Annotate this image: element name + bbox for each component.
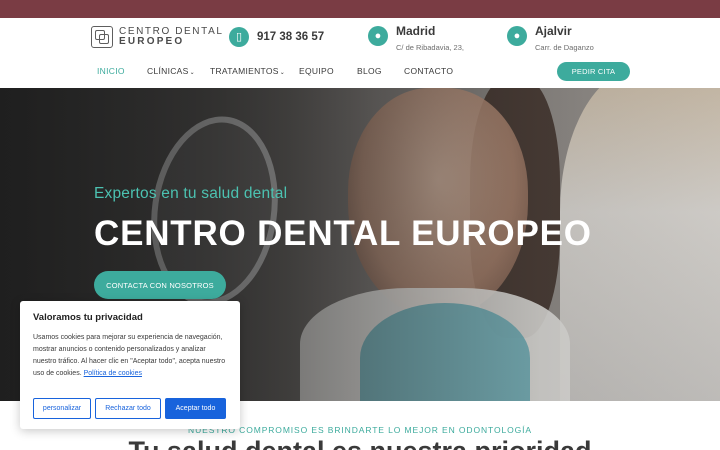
nav-item-blog[interactable]: BLOG <box>357 66 382 76</box>
phone-number[interactable]: 917 38 36 57 <box>257 31 324 43</box>
book-appointment-button[interactable]: PEDIR CITA <box>557 62 630 81</box>
cookie-title: Valoramos tu privacidad <box>33 312 143 323</box>
cookie-body: Usamos cookies para mejorar su experienc… <box>33 332 227 380</box>
nav-item-equipo[interactable]: EQUIPO <box>299 66 334 76</box>
header-phone[interactable]: ▯ 917 38 36 57 <box>229 27 324 47</box>
nav-item-tratamientos[interactable]: TRATAMIENTOS⌄ <box>210 66 285 76</box>
logo-mark-icon <box>91 26 113 48</box>
mobile-phone-icon: ▯ <box>229 27 249 47</box>
nav-item-contacto[interactable]: CONTACTO <box>404 66 453 76</box>
chevron-down-icon: ⌄ <box>189 70 195 76</box>
nav-item-inicio[interactable]: INICIO <box>97 66 125 76</box>
reject-all-button[interactable]: Rechazar todo <box>95 398 161 419</box>
customize-button[interactable]: personalizar <box>33 398 91 419</box>
hero-subtitle: Expertos en tu salud dental <box>94 185 288 202</box>
top-bar <box>0 0 720 18</box>
location-city: Madrid <box>396 24 436 38</box>
map-pin-icon: ● <box>507 26 527 46</box>
cookie-policy-link[interactable]: Política de cookies <box>84 370 142 377</box>
location-madrid[interactable]: ● Madrid C/ de Ribadavia, 23, <box>368 24 464 52</box>
location-ajalvir[interactable]: ● Ajalvir Carr. de Daganzo <box>507 24 594 52</box>
cookie-consent-banner: Valoramos tu privacidad Usamos cookies p… <box>20 301 240 429</box>
location-city: Ajalvir <box>535 24 572 38</box>
chevron-down-icon: ⌄ <box>279 70 286 76</box>
accept-all-button[interactable]: Aceptar todo <box>165 398 226 419</box>
logo-line-2: EUROPEO <box>119 36 185 47</box>
hero-title: CENTRO DENTAL EUROPEO <box>94 214 592 253</box>
location-address: Carr. de Daganzo <box>535 43 594 52</box>
cookie-buttons: personalizar Rechazar todo Aceptar todo <box>33 398 226 419</box>
contact-us-button[interactable]: CONTACTA CON NOSOTROS <box>94 271 226 299</box>
section-heading: Tu salud dental es nuestra prioridad <box>0 436 720 450</box>
location-address: C/ de Ribadavia, 23, <box>396 43 464 52</box>
logo-text: CENTRO DENTAL EUROPEO <box>119 27 224 47</box>
map-pin-icon: ● <box>368 26 388 46</box>
site-logo[interactable]: CENTRO DENTAL EUROPEO <box>91 26 224 48</box>
nav-item-clinicas[interactable]: CLÍNICAS⌄ <box>147 66 195 76</box>
